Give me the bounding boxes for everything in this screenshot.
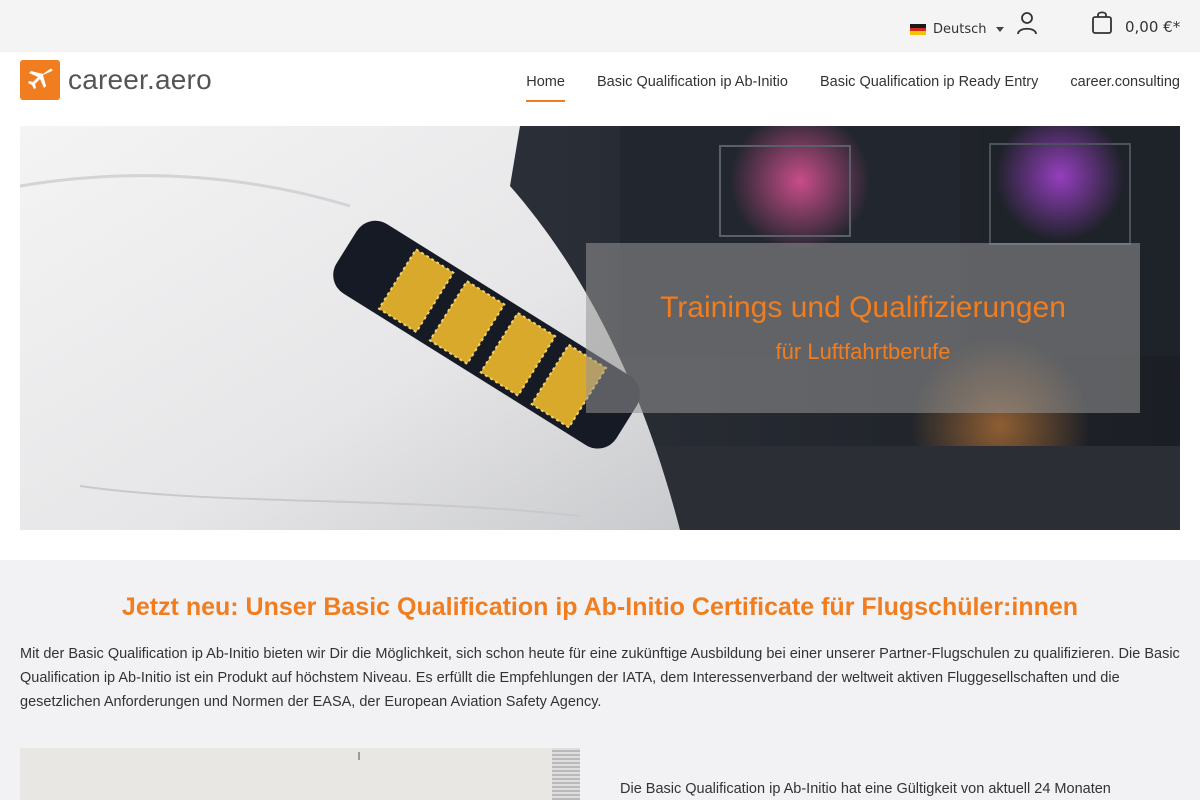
validity-text: Die Basic Qualification ip Ab-Initio hat…	[620, 781, 1111, 797]
site-logo[interactable]: career.aero	[20, 60, 212, 100]
language-label: Deutsch	[933, 22, 987, 37]
nav-item-home[interactable]: Home	[526, 68, 565, 102]
main-navigation: Home Basic Qualification ip Ab-Initio Ba…	[526, 52, 1180, 112]
shopping-bag-icon[interactable]	[1090, 10, 1116, 36]
hero-caption-box: Trainings und Qualifizierungen für Luftf…	[586, 243, 1140, 413]
intro-paragraph: Mit der Basic Qualification ip Ab-Initio…	[20, 646, 1180, 710]
logo-text: career.aero	[68, 64, 212, 95]
language-selector[interactable]: Deutsch	[910, 22, 1004, 37]
main-header: career.aero Home Basic Qualification ip …	[0, 52, 1200, 112]
cart-total[interactable]: 0,00 €*	[1125, 18, 1180, 36]
germany-flag-icon	[910, 24, 926, 36]
window-blinds	[552, 748, 580, 800]
content-section: Jetzt neu: Unser Basic Qualification ip …	[0, 560, 1200, 800]
user-icon[interactable]	[1015, 10, 1039, 36]
nav-item-career-consulting[interactable]: career.consulting	[1070, 68, 1180, 96]
airplane-icon	[20, 60, 60, 100]
top-utility-bar: Deutsch 0,00 €*	[0, 0, 1200, 52]
hero-section: Trainings und Qualifizierungen für Luftf…	[0, 112, 1200, 560]
hero-subtitle: für Luftfahrtberufe	[775, 339, 951, 364]
section-headline: Jetzt neu: Unser Basic Qualification ip …	[121, 593, 1079, 621]
content-image	[20, 748, 580, 800]
nav-item-basic-qualification-ready-entry[interactable]: Basic Qualification ip Ready Entry	[820, 68, 1038, 96]
chevron-down-icon	[995, 27, 1004, 32]
hero-banner: Trainings und Qualifizierungen für Luftf…	[20, 126, 1180, 530]
hero-title: Trainings und Qualifizierungen	[660, 291, 1066, 324]
nav-item-basic-qualification-ab-initio[interactable]: Basic Qualification ip Ab-Initio	[597, 68, 788, 96]
image-detail	[358, 752, 360, 760]
